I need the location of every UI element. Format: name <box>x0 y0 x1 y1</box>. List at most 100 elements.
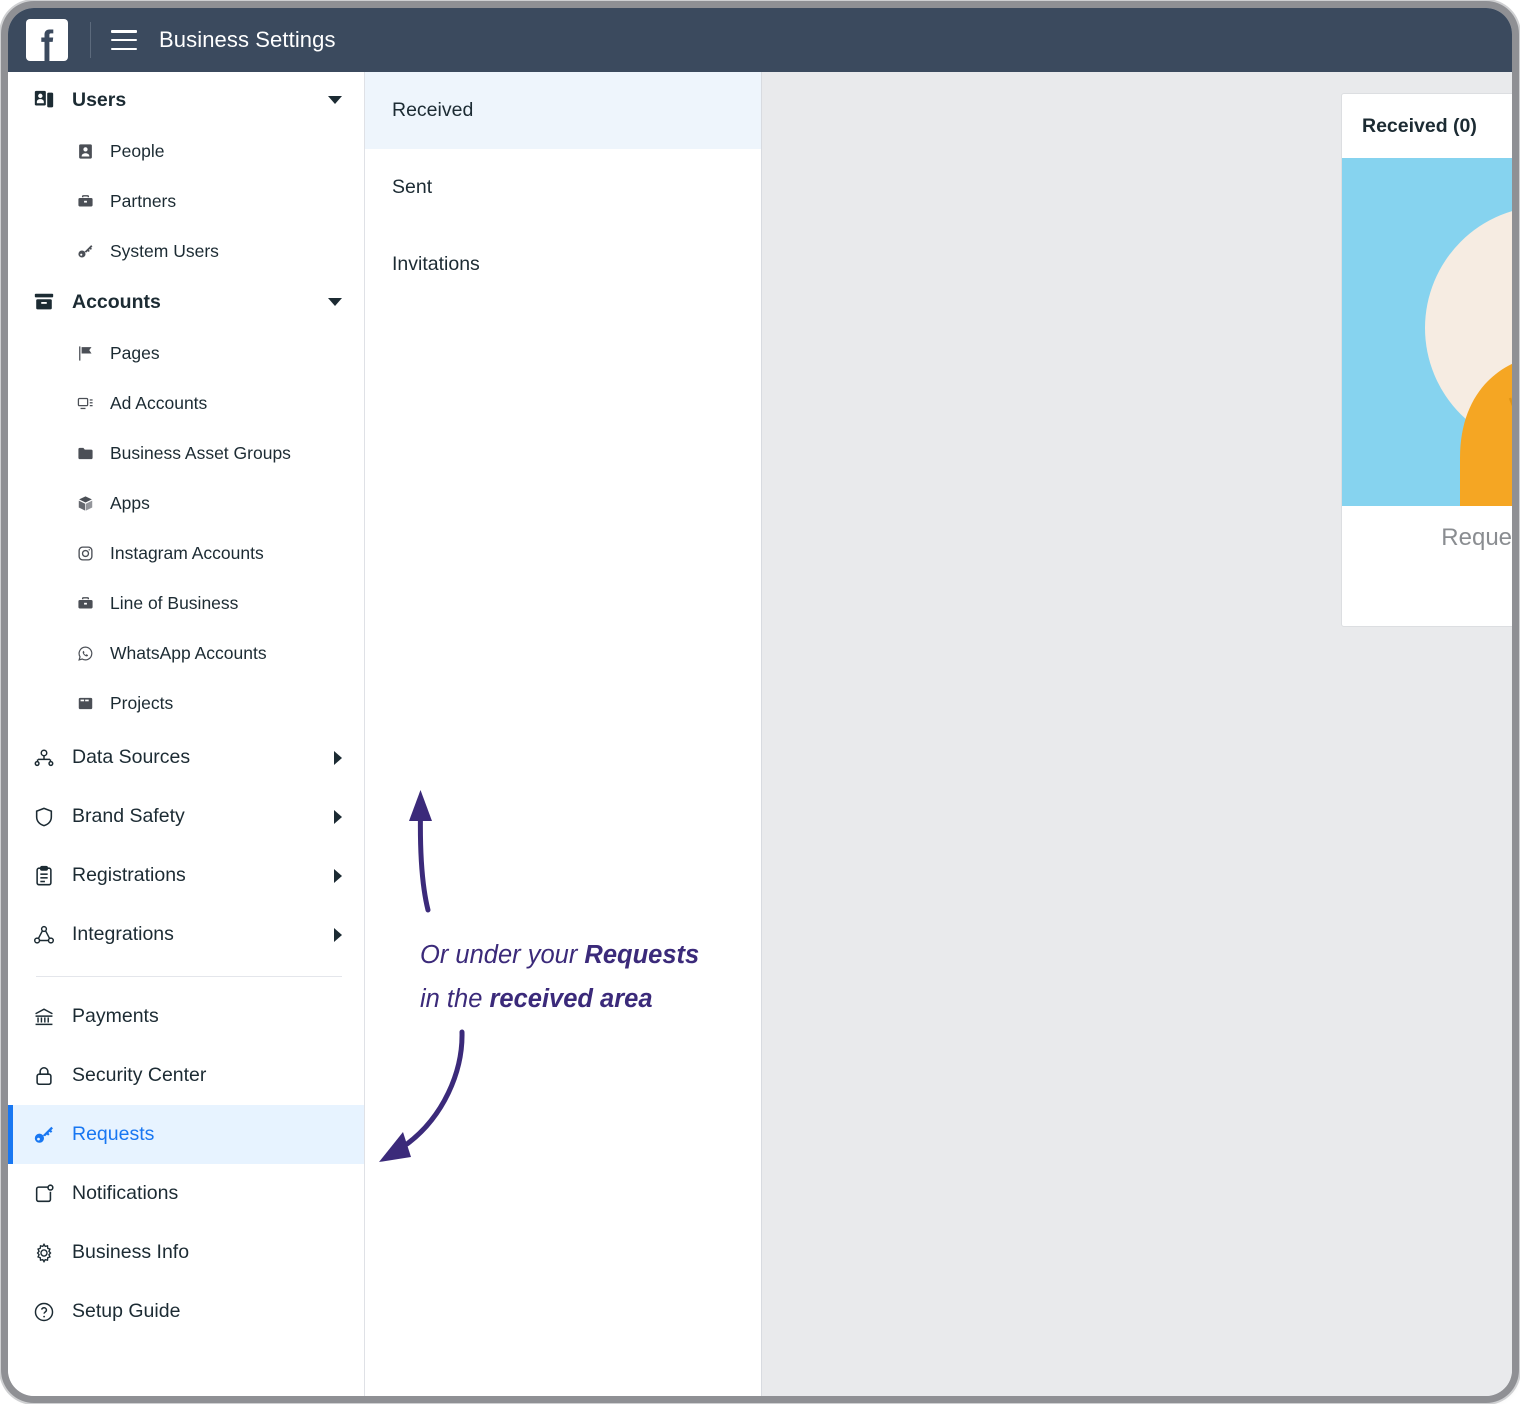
sidebar-item-payments[interactable]: Payments <box>8 987 364 1046</box>
app-window-frame: Business Settings Users People Partners … <box>8 8 1512 1396</box>
sidebar-item-label: Instagram Accounts <box>110 542 264 563</box>
projects-icon <box>74 695 96 712</box>
sidebar-item-label: Payments <box>72 1005 159 1027</box>
whatsapp-icon <box>74 645 96 662</box>
key-icon <box>30 1124 58 1146</box>
sidebar-item-label: Data Sources <box>72 746 191 768</box>
subnav-item-invitations[interactable]: Invitations <box>365 226 761 303</box>
sidebar-item-line-of-business[interactable]: Line of Business <box>8 578 364 628</box>
sidebar-item-setup-guide[interactable]: Setup Guide <box>8 1282 364 1341</box>
subnav-item-received[interactable]: Received <box>365 72 761 149</box>
sidebar-item-instagram-accounts[interactable]: Instagram Accounts <box>8 528 364 578</box>
sidebar-item-partners[interactable]: Partners <box>8 176 364 226</box>
topbar-divider <box>90 22 91 58</box>
archive-box-icon <box>30 291 58 313</box>
integrations-icon <box>30 924 58 946</box>
gear-icon <box>30 1242 58 1264</box>
hamburger-menu-icon[interactable] <box>111 30 137 50</box>
sidebar-item-label: Apps <box>110 492 150 513</box>
sidebar-item-apps[interactable]: Apps <box>8 478 364 528</box>
annotation-line1-bold: Requests <box>584 941 700 969</box>
instagram-icon <box>74 545 96 562</box>
sidebar-item-projects[interactable]: Projects <box>8 678 364 728</box>
chevron-right-icon[interactable] <box>334 809 342 824</box>
subnav-item-label: Sent <box>392 176 433 198</box>
briefcase-icon <box>74 193 96 210</box>
sidebar-item-label: Registrations <box>72 864 186 886</box>
chevron-right-icon[interactable] <box>334 927 342 942</box>
subnav-item-sent[interactable]: Sent <box>365 149 761 226</box>
annotation-line-2: in the received area <box>420 978 750 1022</box>
person-orange-hoodie-illustration <box>1342 158 1512 506</box>
curved-arrow-up-icon <box>417 809 431 913</box>
sidebar-item-label: WhatsApp Accounts <box>110 642 267 663</box>
chevron-right-icon[interactable] <box>334 750 342 765</box>
curved-arrow-down-left-head <box>379 1132 411 1162</box>
sidebar-item-label: System Users <box>110 240 219 261</box>
sidebar-item-label: Notifications <box>72 1182 179 1204</box>
sidebar-item-label: Line of Business <box>110 592 239 613</box>
sidebar-item-label: Security Center <box>72 1064 207 1086</box>
requests-subnav[interactable]: Received Sent Invitations Or under your … <box>365 72 762 1396</box>
sidebar-item-label: People <box>110 140 165 161</box>
annotation-line1-plain: Or under your <box>420 941 585 969</box>
ad-account-icon <box>74 395 96 412</box>
chevron-down-icon[interactable] <box>328 298 342 306</box>
content-area: Received (0) Reque <box>762 72 1512 1396</box>
person-icon <box>74 143 96 160</box>
sidebar-item-business-asset-groups[interactable]: Business Asset Groups <box>8 428 364 478</box>
notifications-icon <box>30 1183 58 1205</box>
folder-icon <box>74 445 96 462</box>
sidebar-group-users[interactable]: Users <box>8 74 364 126</box>
sidebar-item-label: Business Asset Groups <box>110 442 291 463</box>
sidebar-item-security-center[interactable]: Security Center <box>8 1046 364 1105</box>
flag-icon <box>74 345 96 362</box>
sidebar-item-pages[interactable]: Pages <box>8 328 364 378</box>
annotation-line2-plain: in the <box>420 984 490 1013</box>
lock-icon <box>30 1065 58 1087</box>
sidebar-item-data-sources[interactable]: Data Sources <box>8 728 364 787</box>
card-title: Received (0) <box>1362 114 1477 137</box>
key-icon <box>74 243 96 260</box>
sidebar-item-label: Setup Guide <box>72 1300 181 1322</box>
sidebar-item-people[interactable]: People <box>8 126 364 176</box>
sidebar-item-whatsapp-accounts[interactable]: WhatsApp Accounts <box>8 628 364 678</box>
sidebar-item-label: Requests <box>72 1123 155 1145</box>
sidebar-group-accounts[interactable]: Accounts <box>8 276 364 328</box>
received-requests-card: Received (0) Reque <box>1341 93 1512 627</box>
sidebar-item-registrations[interactable]: Registrations <box>8 846 364 905</box>
sidebar-item-label: Business Info <box>72 1241 190 1263</box>
sidebar-item-brand-safety[interactable]: Brand Safety <box>8 787 364 846</box>
facebook-logo-icon[interactable] <box>26 19 68 61</box>
sidebar-divider <box>36 976 342 977</box>
sidebar-item-label: Ad Accounts <box>110 392 208 413</box>
chevron-down-icon[interactable] <box>328 96 342 104</box>
clipboard-icon <box>30 865 58 887</box>
sidebar-item-label: Pages <box>110 342 160 363</box>
page-title: Business Settings <box>159 27 336 52</box>
curved-arrow-down-left-icon <box>404 1029 465 1147</box>
sidebar-item-integrations[interactable]: Integrations <box>8 905 364 964</box>
briefcase-icon <box>74 595 96 612</box>
sidebar-item-label: Projects <box>110 692 174 713</box>
sidebar-group-label: Accounts <box>72 290 161 313</box>
sidebar-item-requests[interactable]: Requests <box>8 1105 364 1164</box>
sidebar-item-notifications[interactable]: Notifications <box>8 1164 364 1223</box>
sidebar-item-ad-accounts[interactable]: Ad Accounts <box>8 378 364 428</box>
data-sources-icon <box>30 747 58 769</box>
main-layout: Users People Partners System Users Accou… <box>8 72 1512 1396</box>
users-icon <box>30 89 58 111</box>
annotation-line2-bold: received area <box>489 984 653 1013</box>
annotation-text: Or under your Requests in the received a… <box>420 934 750 1022</box>
sidebar-item-label: Partners <box>110 190 177 211</box>
sidebar-item-label: Integrations <box>72 923 174 945</box>
top-app-bar: Business Settings <box>8 8 1512 72</box>
sidebar-item-label: Brand Safety <box>72 805 185 827</box>
subnav-item-label: Invitations <box>392 253 480 275</box>
left-sidebar[interactable]: Users People Partners System Users Accou… <box>8 72 365 1396</box>
bank-icon <box>30 1006 58 1028</box>
question-circle-icon <box>30 1301 58 1323</box>
sidebar-item-system-users[interactable]: System Users <box>8 226 364 276</box>
sidebar-item-business-info[interactable]: Business Info <box>8 1223 364 1282</box>
chevron-right-icon[interactable] <box>334 868 342 883</box>
